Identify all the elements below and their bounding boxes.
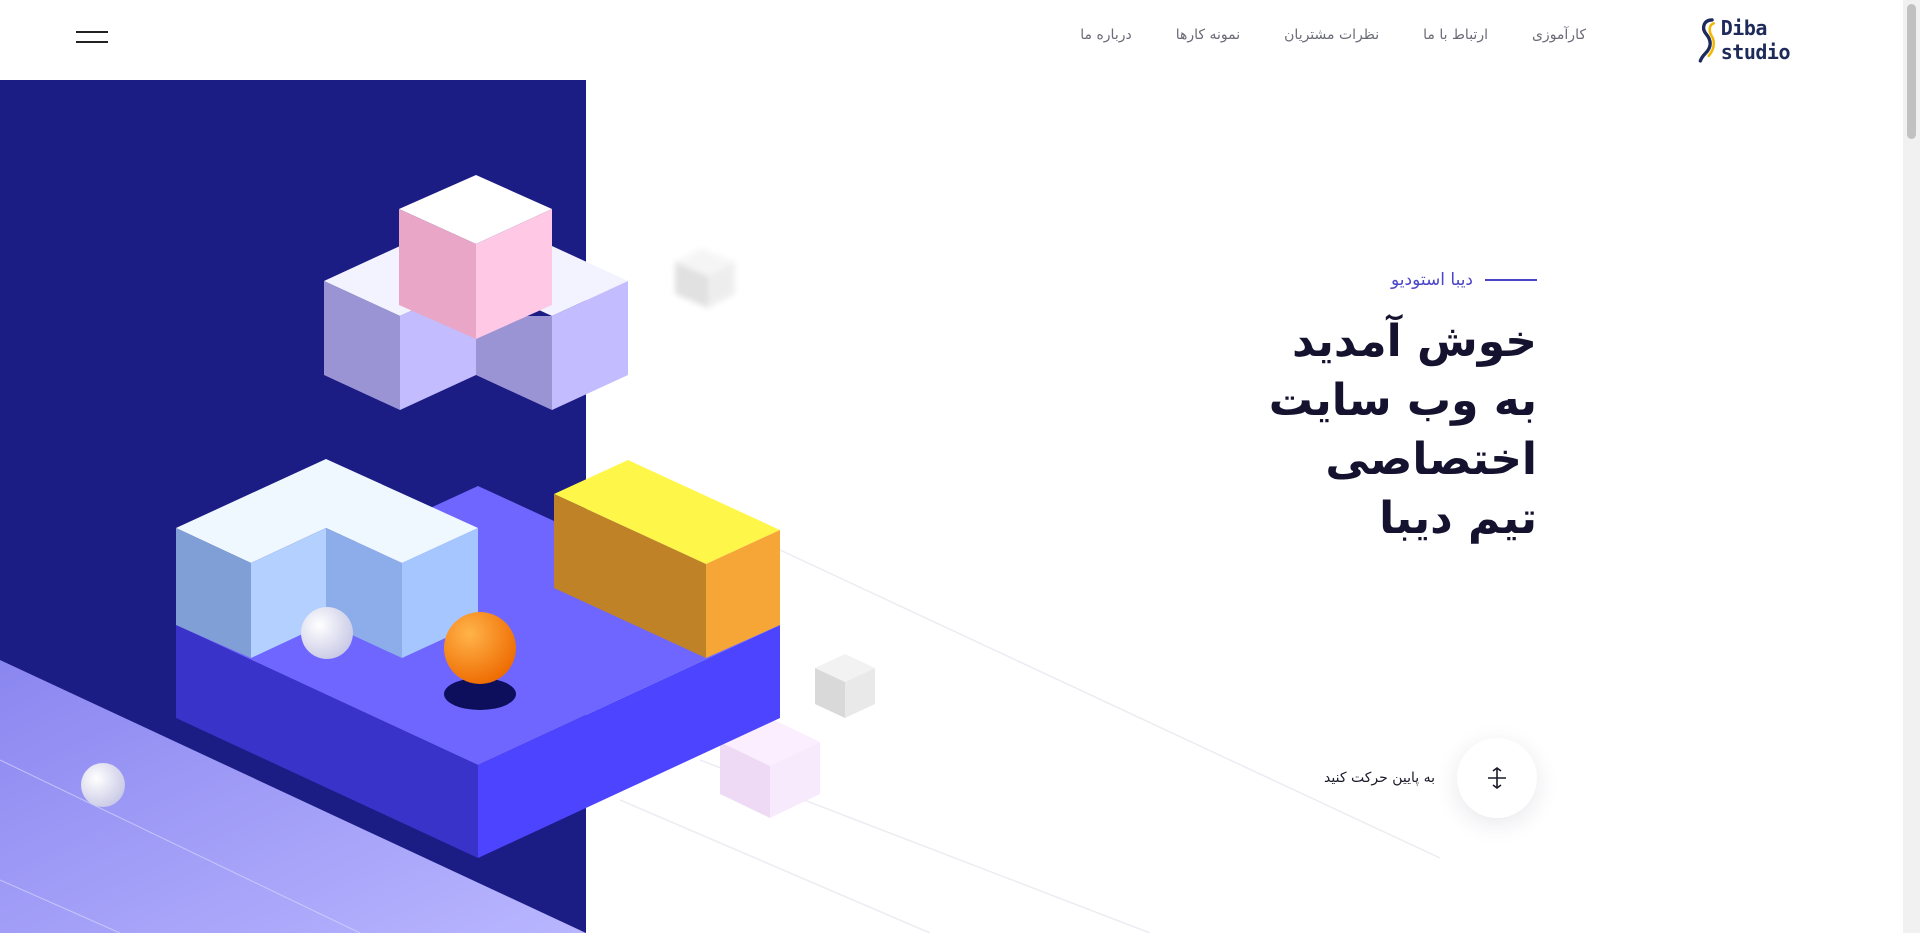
hero-title-line: اختصاصی [1325,434,1537,485]
site-header: درباره ما نمونه کارها نظرات مشتریان ارتب… [0,0,1903,80]
nav-link-about[interactable]: درباره ما [1080,27,1131,43]
nav-link-contact[interactable]: ارتباط با ما [1423,27,1488,43]
nav-link-portfolio[interactable]: نمونه کارها [1176,27,1240,43]
hero-illustration [0,80,1441,933]
scrollbar-thumb[interactable] [1907,4,1916,139]
logo-text: Diba studio [1720,16,1791,64]
scroll-down-button[interactable] [1457,738,1537,818]
hero-eyebrow: دیبا استودیو [1391,270,1537,290]
hero-title-line: تیم دیبا [1379,493,1537,544]
hero-title-line: خوش آمدید [1291,316,1537,367]
eyebrow-line [1485,279,1537,281]
scroll-down-icon [1488,767,1506,789]
hero-title: خوش آمدید به وب سایت اختصاصی تیم دیبا [1177,312,1537,548]
logo[interactable]: Diba studio [1697,12,1827,68]
eyebrow-text: دیبا استودیو [1391,270,1473,290]
nav-link-internship[interactable]: کارآموزی [1532,27,1586,43]
hero-title-line: به وب سایت [1268,375,1537,426]
nav-link-testimonials[interactable]: نظرات مشتریان [1284,27,1379,43]
scroll-down-label: به پایین حرکت کنید [1324,770,1435,786]
page-scrollbar[interactable] [1903,0,1920,933]
hamburger-icon[interactable] [76,28,108,46]
scroll-down-cta: به پایین حرکت کنید [1324,738,1537,818]
logo-s-icon [1698,18,1716,63]
page: درباره ما نمونه کارها نظرات مشتریان ارتب… [0,0,1920,933]
main-nav: درباره ما نمونه کارها نظرات مشتریان ارتب… [1036,27,1586,43]
